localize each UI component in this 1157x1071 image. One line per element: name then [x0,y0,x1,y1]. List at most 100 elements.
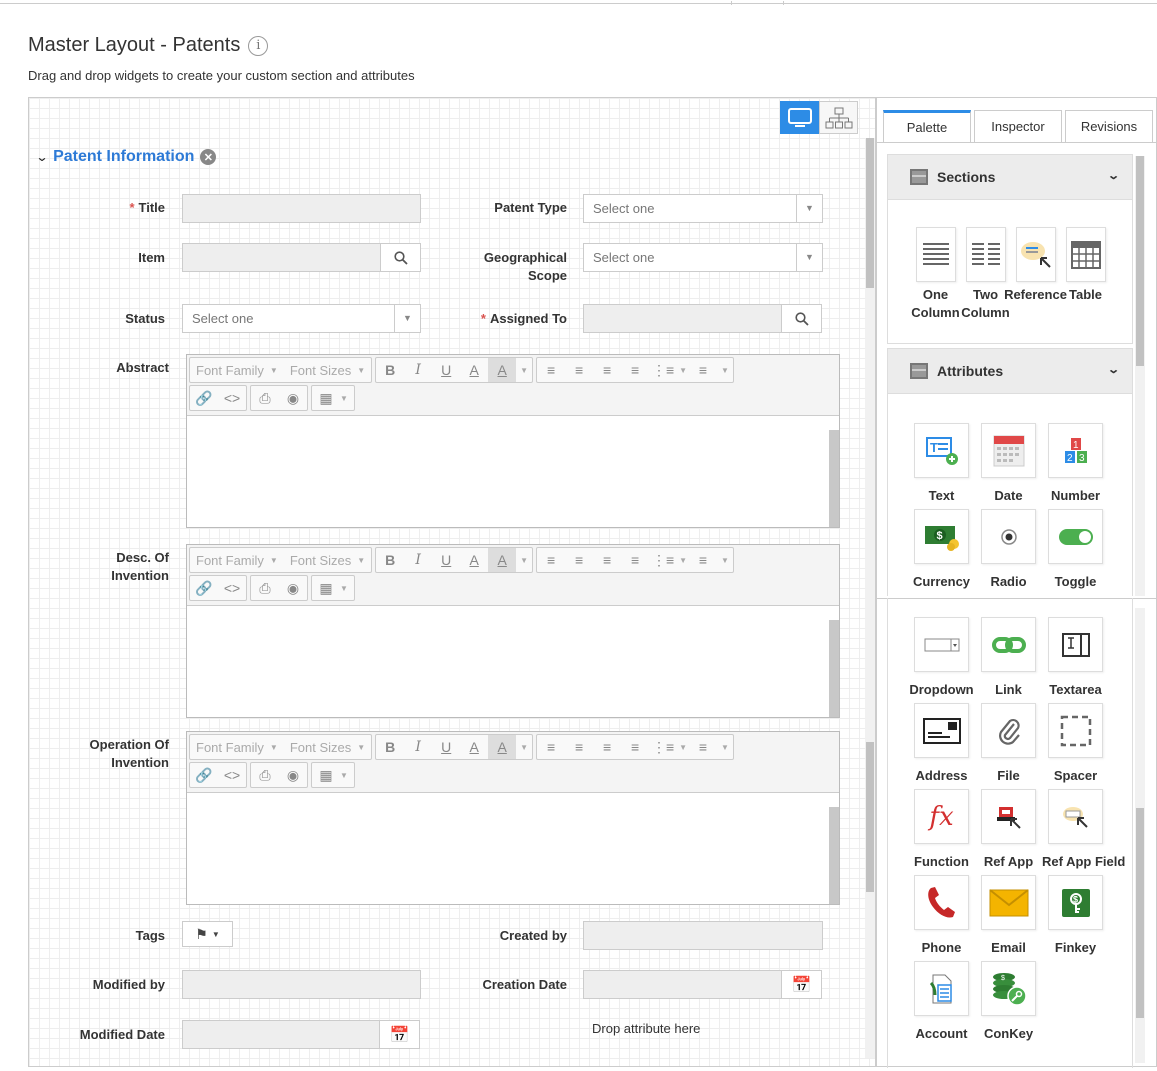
preview-eye-icon[interactable]: ◉ [279,576,307,600]
canvas-scrollbar[interactable] [865,138,875,1058]
align-center-icon[interactable]: ≡ [565,735,593,759]
widget-file[interactable]: File [975,703,1042,785]
print-icon[interactable]: ⎙ [251,576,279,600]
widget-textarea[interactable]: Textarea [1042,617,1109,699]
table-icon[interactable]: ▦ [312,576,340,600]
numbered-list-icon[interactable]: ≡ [689,548,717,572]
abstract-editor[interactable]: Font Family ▼ Font Sizes ▼ B I U A A ▼ ≡ ≡ ≡ ≡ ⋮≡ ▼ ≡ ▼… [186,354,840,528]
assigned-to-field[interactable] [583,304,822,333]
info-icon[interactable]: i [248,35,269,56]
bullet-list-icon[interactable]: ⋮≡ [649,358,677,382]
editor-content[interactable] [187,416,839,527]
widget-dropdown[interactable]: Dropdown [908,617,975,699]
widget-conkey[interactable]: $ ConKey [975,961,1042,1043]
hierarchy-view-button[interactable] [819,101,858,134]
highlight-color-button[interactable]: A [488,358,517,382]
align-center-icon[interactable]: ≡ [565,358,593,382]
widget-list-scrollbar[interactable] [1135,608,1145,1063]
section-header[interactable]: ⌄ Patent Information ✕ [35,148,217,166]
font-family-select[interactable]: Font Family ▼ [190,735,284,759]
code-icon[interactable]: <> [218,763,246,787]
code-icon[interactable]: <> [218,576,246,600]
item-field[interactable] [182,243,421,272]
preview-eye-icon[interactable]: ◉ [279,763,307,787]
tab-revisions[interactable]: Revisions [1065,110,1153,142]
font-size-select[interactable]: Font Sizes ▼ [284,548,371,572]
bullet-list-icon[interactable]: ⋮≡ [649,548,677,572]
widget-account[interactable]: Account [908,961,975,1043]
desktop-view-button[interactable] [780,101,819,134]
calendar-icon[interactable]: 📅 [781,971,821,998]
widget-spacer[interactable]: Spacer [1042,703,1109,785]
widget-table[interactable]: Table [1052,227,1119,304]
link-icon[interactable]: 🔗 [190,386,218,410]
font-family-select[interactable]: Font Family ▼ [190,548,284,572]
editor-content[interactable] [187,606,839,717]
preview-eye-icon[interactable]: ◉ [279,386,307,410]
font-size-select[interactable]: Font Sizes ▼ [284,358,371,382]
tab-inspector[interactable]: Inspector [974,110,1062,142]
widget-radio[interactable]: Radio [975,509,1042,591]
modified-date-field[interactable]: 📅 [182,1020,420,1049]
palette-scrollbar[interactable] [1135,156,1145,596]
created-by-field[interactable] [583,921,823,950]
justify-icon[interactable]: ≡ [621,735,649,759]
chevron-down-icon[interactable]: ⌄ [1107,169,1120,182]
italic-button[interactable]: I [404,548,432,572]
font-family-select[interactable]: Font Family ▼ [190,358,284,382]
justify-icon[interactable]: ≡ [621,358,649,382]
font-color-button[interactable]: A [460,548,488,572]
print-icon[interactable]: ⎙ [251,386,279,410]
title-field[interactable] [182,194,421,223]
font-size-select[interactable]: Font Sizes ▼ [284,735,371,759]
table-icon[interactable]: ▦ [312,763,340,787]
justify-icon[interactable]: ≡ [621,548,649,572]
status-select[interactable]: Select one ▼ [182,304,421,333]
print-icon[interactable]: ⎙ [251,763,279,787]
chevron-down-icon[interactable]: ⌄ [1107,363,1120,376]
widget-number[interactable]: 123 Number [1042,423,1109,505]
table-icon[interactable]: ▦ [312,386,340,410]
search-icon[interactable] [380,244,420,271]
underline-button[interactable]: U [432,358,460,382]
bullet-list-icon[interactable]: ⋮≡ [649,735,677,759]
search-icon[interactable] [781,305,821,332]
operation-invention-editor[interactable]: Font Family ▼ Font Sizes ▼ B I U A A ▼ ≡ ≡ ≡ ≡ ⋮≡ ▼ ≡ ▼… [186,731,840,905]
widget-email[interactable]: Email [975,875,1042,957]
widget-date[interactable]: Date [975,423,1042,505]
widget-finkey[interactable]: $ Finkey [1042,875,1109,957]
align-left-icon[interactable]: ≡ [537,735,565,759]
editor-scrollbar[interactable] [829,430,839,527]
tab-palette[interactable]: Palette [883,110,971,142]
geo-scope-select[interactable]: Select one ▼ [583,243,823,272]
tags-dropdown[interactable]: ⚑ ▼ [182,921,233,947]
widget-text[interactable]: T Text [908,423,975,505]
patent-type-select[interactable]: Select one ▼ [583,194,823,223]
numbered-list-icon[interactable]: ≡ [689,735,717,759]
widget-address[interactable]: Address [908,703,975,785]
layout-canvas[interactable]: ⌄ Patent Information ✕ * Title Patent Typ… [28,97,876,1067]
creation-date-field[interactable]: 📅 [583,970,822,999]
highlight-color-button[interactable]: A [488,735,517,759]
widget-ref-app[interactable]: Ref App [975,789,1042,871]
link-icon[interactable]: 🔗 [190,576,218,600]
align-right-icon[interactable]: ≡ [593,358,621,382]
modified-by-field[interactable] [182,970,421,999]
align-center-icon[interactable]: ≡ [565,548,593,572]
align-right-icon[interactable]: ≡ [593,735,621,759]
calendar-icon[interactable]: 📅 [379,1021,419,1048]
sections-header[interactable]: Sections ⌄ [887,154,1133,200]
underline-button[interactable]: U [432,735,460,759]
bold-button[interactable]: B [376,548,404,572]
editor-scrollbar[interactable] [829,620,839,717]
editor-content[interactable] [187,793,839,904]
remove-section-icon[interactable]: ✕ [200,149,217,165]
attributes-header[interactable]: Attributes ⌄ [887,348,1133,394]
widget-ref-app-field[interactable]: Ref App Field [1042,789,1125,871]
link-icon[interactable]: 🔗 [190,763,218,787]
italic-button[interactable]: I [404,358,432,382]
widget-phone[interactable]: Phone [908,875,975,957]
font-color-button[interactable]: A [460,358,488,382]
widget-toggle[interactable]: Toggle [1042,509,1109,591]
bold-button[interactable]: B [376,735,404,759]
